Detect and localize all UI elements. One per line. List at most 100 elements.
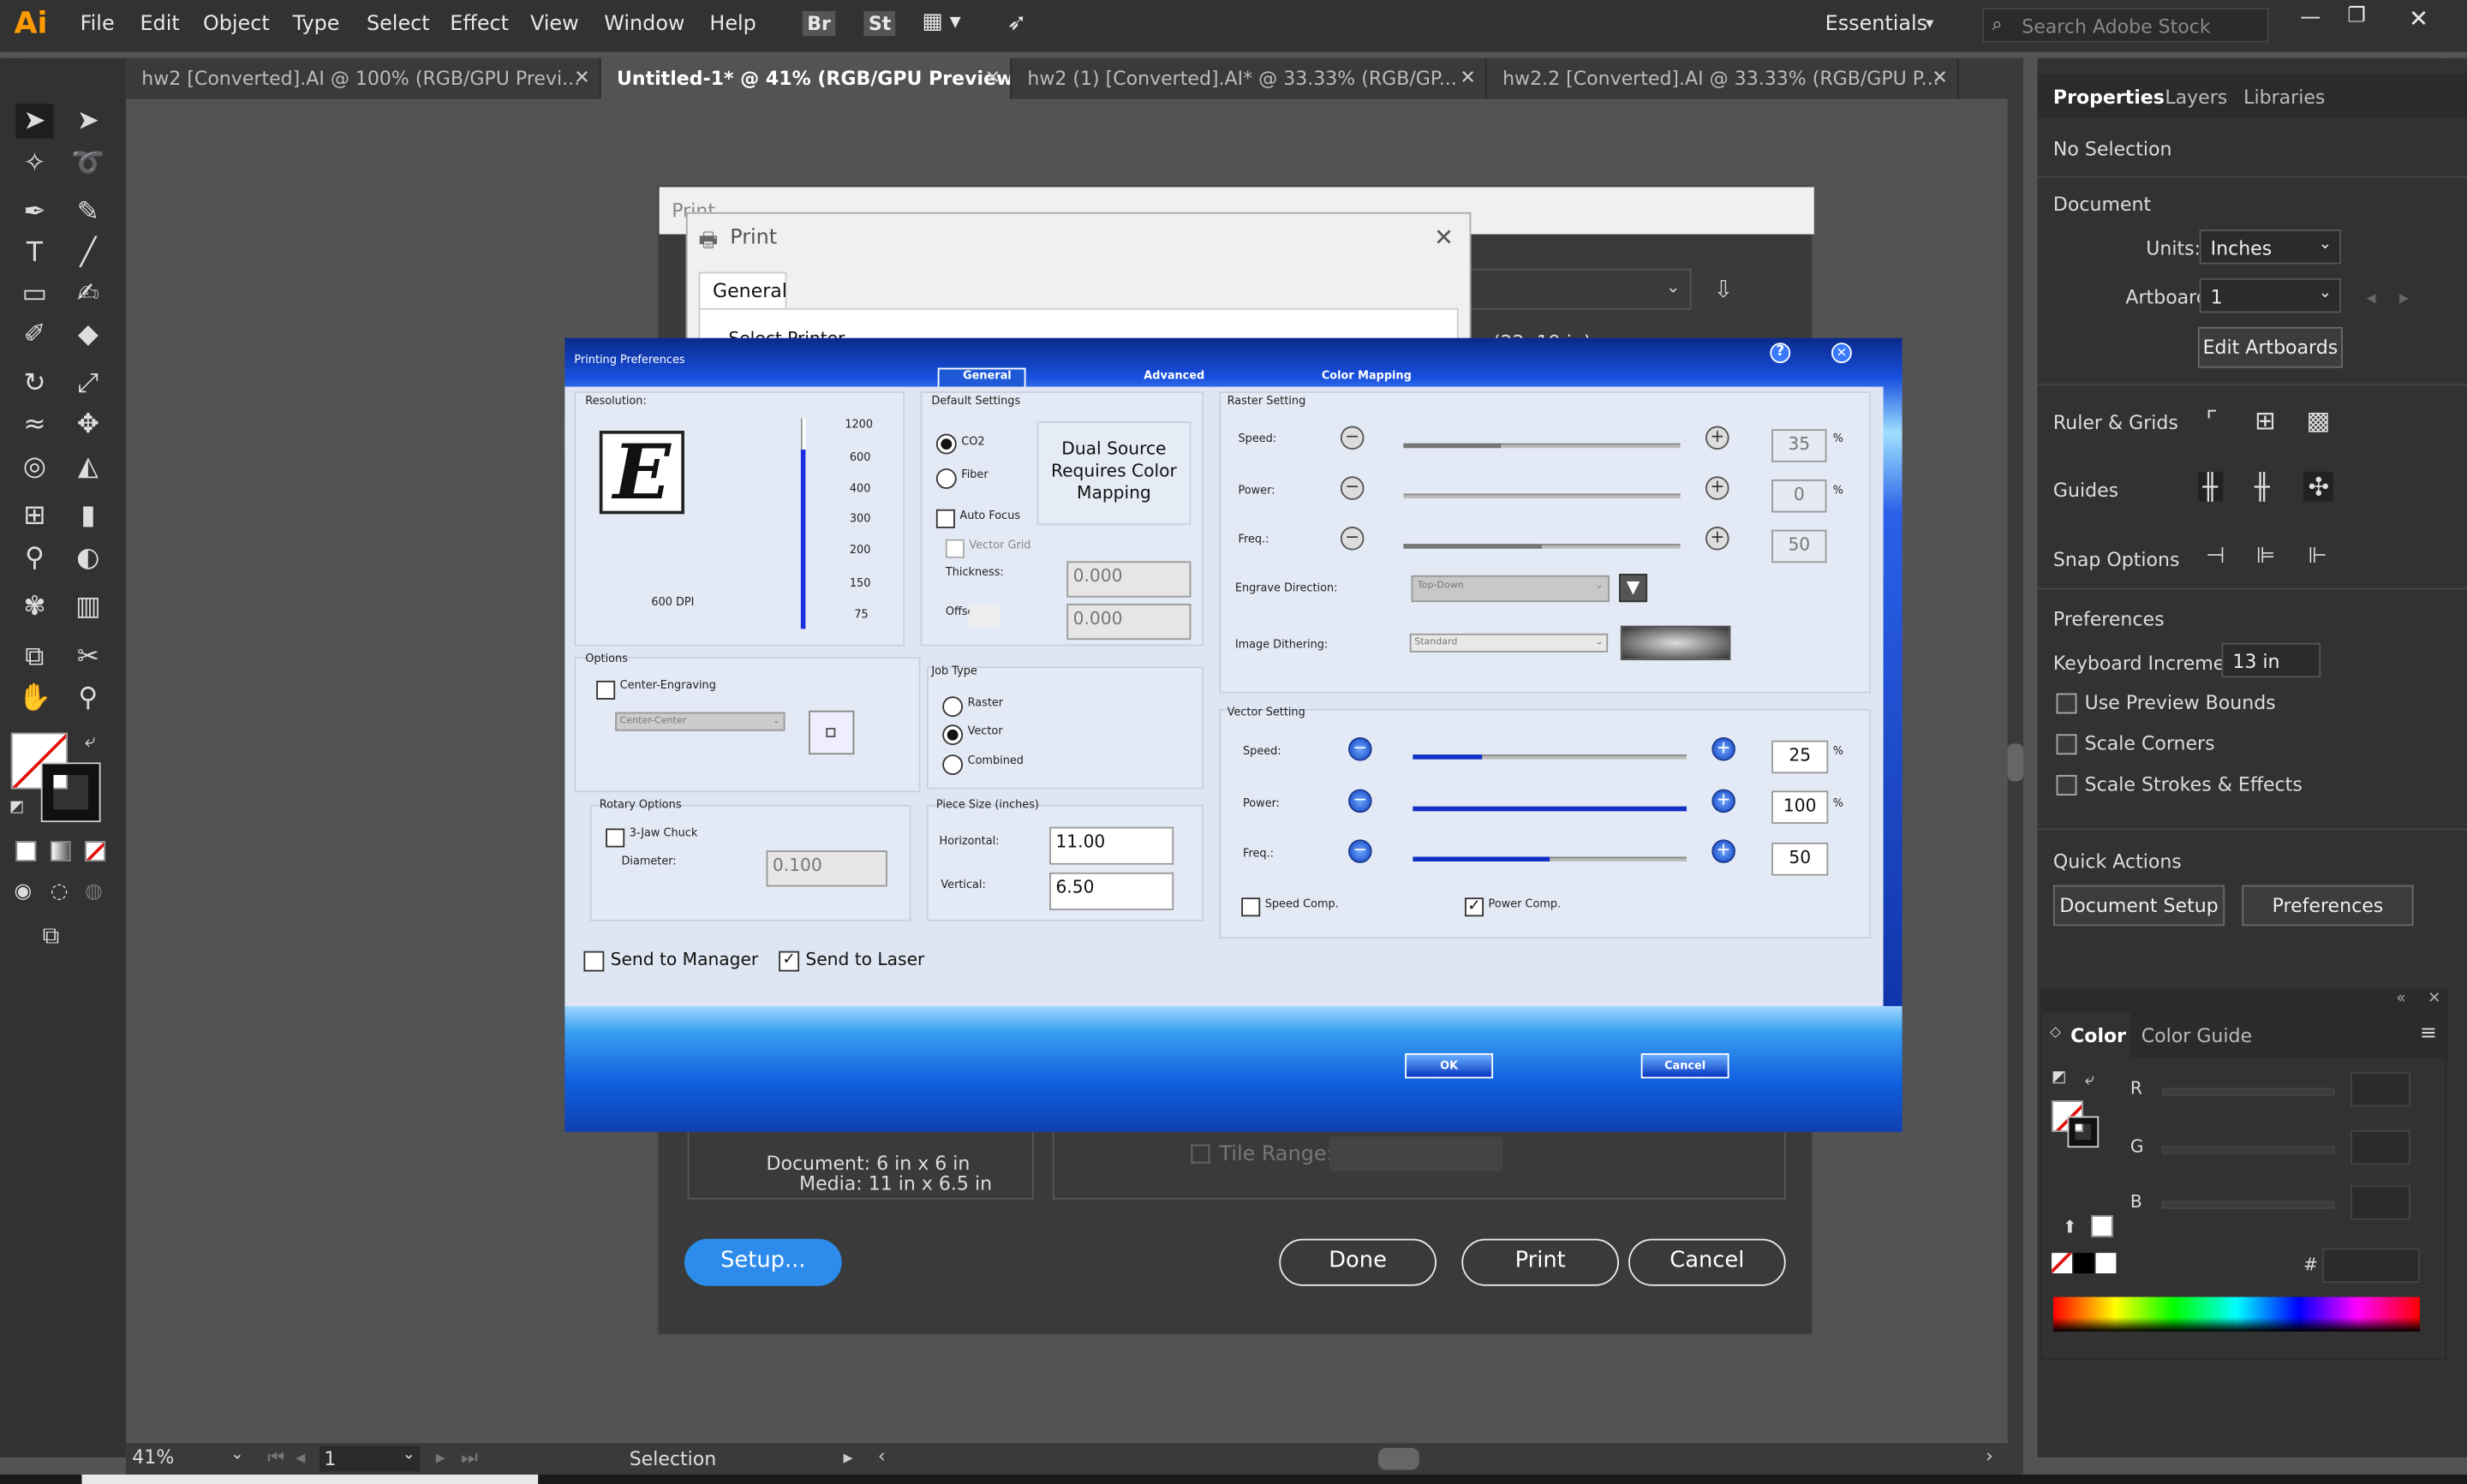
stroke-swatch[interactable] [40, 762, 101, 823]
snap-to-point-icon[interactable]: ⊣ [2206, 544, 2225, 569]
raster-freq-decrease-icon[interactable]: − [1340, 526, 1365, 551]
menu-help[interactable]: Help [709, 13, 756, 37]
vector-power-increase-icon[interactable]: + [1711, 789, 1735, 814]
eraser-icon[interactable]: ◆ [69, 318, 107, 352]
fiber-radio[interactable] [935, 468, 957, 489]
smart-guides-icon[interactable]: ✣ [2303, 471, 2334, 502]
vector-freq-decrease-icon[interactable]: − [1348, 839, 1372, 863]
close-tab-icon[interactable]: ✕ [985, 66, 1001, 88]
first-artboard-icon[interactable]: ⏮ [267, 1446, 284, 1470]
raster-speed-field[interactable]: 35 [1771, 429, 1827, 462]
minimize-icon[interactable]: — [2300, 6, 2321, 30]
print-button[interactable]: Print [1461, 1238, 1619, 1286]
raster-speed-increase-icon[interactable]: + [1705, 426, 1729, 450]
shaper-tool-icon[interactable]: ✐ [15, 318, 53, 352]
rulers-icon[interactable]: ⌜ [2206, 406, 2218, 436]
gradient-tool-icon[interactable]: ▮ [69, 498, 107, 533]
magic-wand-icon[interactable]: ✧ [15, 146, 53, 181]
snap-to-glyph-icon[interactable]: ⊩ [2308, 544, 2327, 569]
artboard-select[interactable]: 1 ⌄ [2199, 277, 2342, 313]
stock-icon[interactable]: St [863, 10, 896, 37]
lasso-icon[interactable]: ➰ [69, 146, 107, 181]
slice-tool-icon[interactable]: ✂ [69, 640, 107, 674]
artboard-number-field[interactable]: 1 ⌄ [319, 1445, 421, 1472]
draw-inside-icon[interactable]: ◍ [85, 880, 103, 904]
mesh-tool-icon[interactable]: ⊞ [15, 498, 53, 533]
scroll-left-icon[interactable]: ‹ [878, 1445, 886, 1467]
close-tab-icon[interactable]: ✕ [574, 66, 589, 88]
out-of-gamut-icon[interactable]: ⬆ [2063, 1217, 2077, 1237]
symbol-sprayer-icon[interactable]: ✾ [15, 589, 53, 623]
combined-radio[interactable] [942, 754, 964, 776]
pen-tool-icon[interactable]: ✒ [15, 195, 53, 229]
tile-range-checkbox[interactable] [1191, 1144, 1210, 1164]
direct-selection-tool-icon[interactable]: ➤ [69, 104, 107, 138]
default-fill-stroke-icon[interactable]: ◩ [9, 799, 24, 816]
vector-power-decrease-icon[interactable]: − [1348, 789, 1372, 814]
type-tool-icon[interactable]: T [15, 235, 53, 270]
tab-advanced[interactable]: Advanced [1144, 369, 1204, 382]
rectangle-tool-icon[interactable]: ▭ [15, 277, 53, 311]
cancel-button[interactable]: Cancel [1628, 1238, 1786, 1286]
width-tool-icon[interactable]: ≈ [15, 407, 53, 441]
next-artboard-icon[interactable]: ▸ [2399, 286, 2409, 308]
preferences-button[interactable]: Preferences [2242, 885, 2414, 927]
line-tool-icon[interactable]: ╱ [69, 235, 107, 270]
tab-color[interactable]: ◇ Color [2042, 1012, 2130, 1058]
printer-dropdown[interactable]: ⌄ [1461, 268, 1692, 310]
color-stroke-swatch[interactable] [2067, 1116, 2100, 1148]
windows-print-close-icon[interactable]: ✕ [1434, 223, 1454, 252]
raster-freq-slider[interactable] [1403, 544, 1681, 549]
bridge-icon[interactable]: Br [802, 10, 836, 37]
engrave-direction-select[interactable]: Top-Down ⌄ [1411, 575, 1610, 603]
tab-hw2-1[interactable]: hw2 (1) [Converted].AI* @ 33.33% (RGB/GP… [1012, 57, 1487, 99]
workspace-switcher[interactable]: Essentials [1825, 13, 1928, 37]
zoom-tool-icon[interactable]: ⚲ [69, 681, 107, 715]
raster-radio[interactable] [942, 696, 964, 718]
raster-power-field[interactable]: 0 [1771, 479, 1827, 513]
transparency-grid-icon[interactable]: ▩ [2307, 406, 2331, 436]
vector-speed-field[interactable]: 25 [1771, 740, 1829, 774]
send-to-laser-checkbox[interactable]: ✓ [779, 951, 800, 972]
document-setup-button[interactable]: Document Setup [2052, 885, 2225, 927]
b-value-field[interactable] [2351, 1185, 2410, 1220]
engrave-direction-arrow-icon[interactable]: ▼ [1618, 574, 1648, 603]
search-stock-field[interactable]: ⌕ Search Adobe Stock [1982, 8, 2269, 43]
next-artboard-icon[interactable]: ▸ [436, 1446, 445, 1469]
gradient-mode-icon[interactable] [50, 841, 71, 862]
artboard-tool-icon[interactable]: ⧉ [15, 640, 53, 674]
lock-guides-icon[interactable]: ╫ [2255, 472, 2270, 502]
scale-corners-checkbox[interactable] [2056, 734, 2077, 755]
setup-button[interactable]: Setup... [684, 1238, 842, 1286]
perspective-grid-icon[interactable]: ◭ [69, 450, 107, 484]
raster-power-decrease-icon[interactable]: − [1340, 476, 1365, 500]
prev-artboard-icon[interactable]: ◂ [2366, 286, 2375, 308]
close-tab-icon[interactable]: ✕ [1932, 66, 1947, 88]
blend-tool-icon[interactable]: ◐ [69, 541, 107, 575]
menu-effect[interactable]: Effect [450, 13, 509, 37]
tab-color-mapping[interactable]: Color Mapping [1322, 369, 1412, 382]
speed-comp-checkbox[interactable] [1241, 897, 1261, 917]
color-panel-collapse-icon[interactable]: « [2396, 991, 2405, 1008]
co2-radio[interactable] [935, 433, 957, 455]
eyedropper-icon[interactable]: ⚲ [15, 541, 53, 575]
black-swatch[interactable] [2073, 1253, 2094, 1274]
scale-tool-icon[interactable]: ⤢ [69, 367, 107, 401]
keyboard-increment-field[interactable]: 13 in [2221, 642, 2321, 678]
vector-power-slider[interactable] [1413, 806, 1687, 812]
vector-freq-increase-icon[interactable]: + [1711, 839, 1735, 863]
tab-general[interactable]: General [698, 271, 787, 310]
white-swatch[interactable] [2095, 1253, 2117, 1274]
r-value-field[interactable] [2351, 1072, 2410, 1107]
r-slider[interactable] [2161, 1088, 2335, 1096]
web-safe-swatch[interactable] [2091, 1215, 2113, 1237]
color-mode-icon[interactable] [15, 841, 37, 862]
show-guides-icon[interactable]: ╫ [2197, 471, 2223, 502]
status-menu-icon[interactable]: ▸ [843, 1446, 852, 1469]
menu-select[interactable]: Select [367, 13, 430, 37]
center-engraving-checkbox[interactable] [596, 680, 616, 700]
b-slider[interactable] [2161, 1201, 2335, 1209]
vertical-field[interactable]: 6.50 [1049, 872, 1174, 910]
done-button[interactable]: Done [1279, 1238, 1437, 1286]
workspace-chevron-icon[interactable]: ▾ [1926, 15, 1933, 33]
